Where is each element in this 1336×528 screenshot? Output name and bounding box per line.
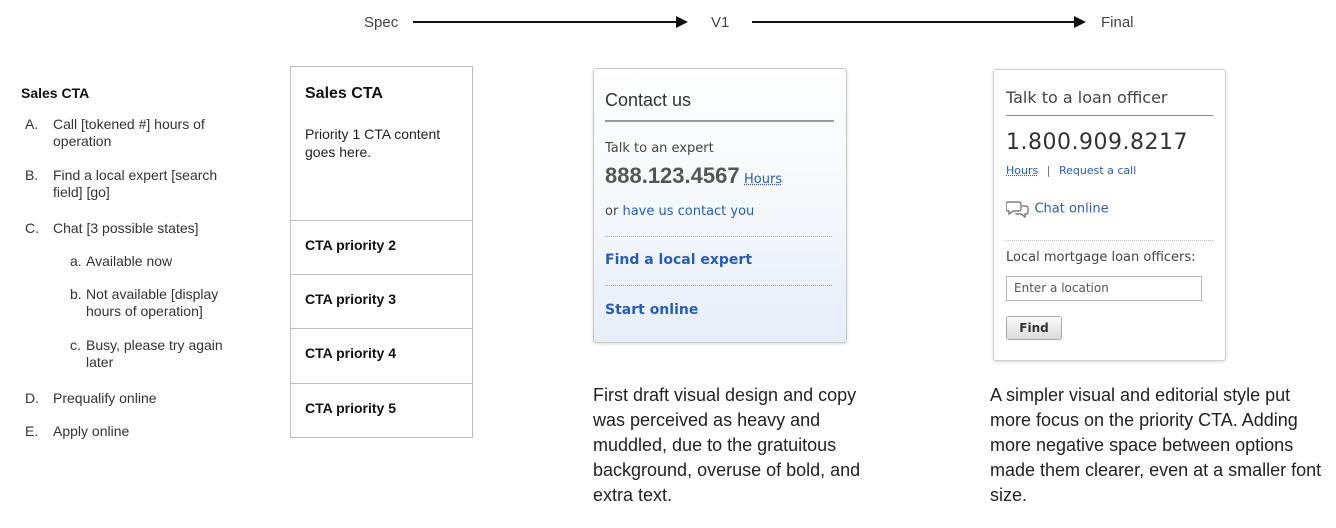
spec-marker: a. — [70, 253, 82, 269]
priority-table: Sales CTA Priority 1 CTA content goes he… — [290, 66, 473, 438]
spec-marker: E. — [25, 423, 39, 439]
spec-text: Prequalify online — [53, 390, 157, 406]
spec-marker: A. — [25, 116, 39, 132]
spec-title: Sales CTA — [21, 85, 90, 101]
spec-marker: b. — [70, 286, 82, 302]
flow-label-spec: Spec — [364, 14, 399, 31]
v1-contact-line: or have us contact you — [605, 204, 754, 219]
priority-row-label: CTA priority 4 — [305, 345, 397, 361]
final-contact-card: Talk to a loan officer 1.800.909.8217 Ho… — [993, 69, 1226, 361]
priority-table-title: Sales CTA — [305, 85, 383, 102]
priority-row: CTA priority 4 — [291, 328, 472, 383]
spec-marker: D. — [25, 390, 39, 406]
priority-row-label: CTA priority 5 — [305, 400, 397, 416]
final-link-separator: | — [1046, 164, 1051, 177]
spec-text: Not available [display hours of operatio… — [86, 286, 219, 319]
spec-text: Find a local expert [search field] [go] — [53, 167, 218, 200]
priority-row-label: CTA priority 2 — [305, 237, 397, 253]
final-local-label: Local mortgage loan officers: — [1006, 250, 1196, 265]
final-chat-link[interactable]: Chat online — [1034, 202, 1108, 217]
final-request-call-link[interactable]: Request a call — [1059, 164, 1136, 177]
v1-header: Contact us — [605, 90, 692, 110]
spec-text: Available now — [86, 253, 173, 269]
v1-or-text: or — [605, 204, 619, 219]
v1-talk-label: Talk to an expert — [605, 141, 714, 156]
priority-row: CTA priority 5 — [291, 383, 472, 437]
priority-row: CTA priority 2 — [291, 220, 472, 275]
location-input[interactable]: Enter a location — [1006, 276, 1202, 301]
spec-marker: B. — [25, 167, 39, 183]
spec-text: Busy, please try again later — [86, 337, 223, 370]
final-links-row: Hours | Request a call — [1006, 164, 1136, 177]
v1-start-online-link[interactable]: Start online — [605, 302, 698, 318]
final-chat-row[interactable]: Chat online — [1005, 200, 1109, 219]
priority-row: CTA priority 3 — [291, 274, 472, 329]
flow-label-v1: V1 — [711, 14, 730, 31]
final-title: Talk to a loan officer — [1006, 88, 1168, 107]
spec-text: Apply online — [53, 423, 130, 439]
v1-contact-card: Contact us Talk to an expert 888.123.456… — [593, 68, 847, 343]
final-phone: 1.800.909.8217 — [1006, 130, 1188, 155]
find-button[interactable]: Find — [1006, 316, 1062, 340]
flow-label-final: Final — [1101, 14, 1134, 31]
v1-hours-link[interactable]: Hours — [744, 172, 782, 187]
v1-phone: 888.123.4567 — [605, 163, 740, 188]
final-hours-link[interactable]: Hours — [1006, 164, 1038, 177]
spec-marker: c. — [70, 337, 81, 353]
flow-arrow-v1-to-final — [752, 16, 1086, 28]
priority-row-label: CTA priority 3 — [305, 291, 397, 307]
spec-text: Chat [3 possible states] — [53, 220, 199, 236]
v1-phone-line: 888.123.4567 Hours — [605, 163, 782, 189]
divider — [605, 285, 832, 286]
v1-find-expert-link[interactable]: Find a local expert — [605, 252, 752, 268]
divider — [1006, 115, 1213, 116]
v1-caption: First draft visual design and copy was p… — [593, 385, 861, 505]
spec-text: Call [tokened #] hours of operation — [53, 116, 205, 149]
spec-marker: C. — [25, 220, 39, 236]
flow-arrow-spec-to-v1 — [413, 16, 688, 28]
divider — [605, 236, 832, 237]
divider — [605, 120, 834, 122]
final-caption: A simpler visual and editorial style put… — [990, 385, 1322, 505]
v1-contact-link[interactable]: have us contact you — [622, 204, 754, 219]
divider — [1006, 240, 1213, 241]
priority-table-body: Priority 1 CTA content goes here. — [305, 126, 441, 160]
chat-bubbles-icon — [1005, 201, 1029, 219]
